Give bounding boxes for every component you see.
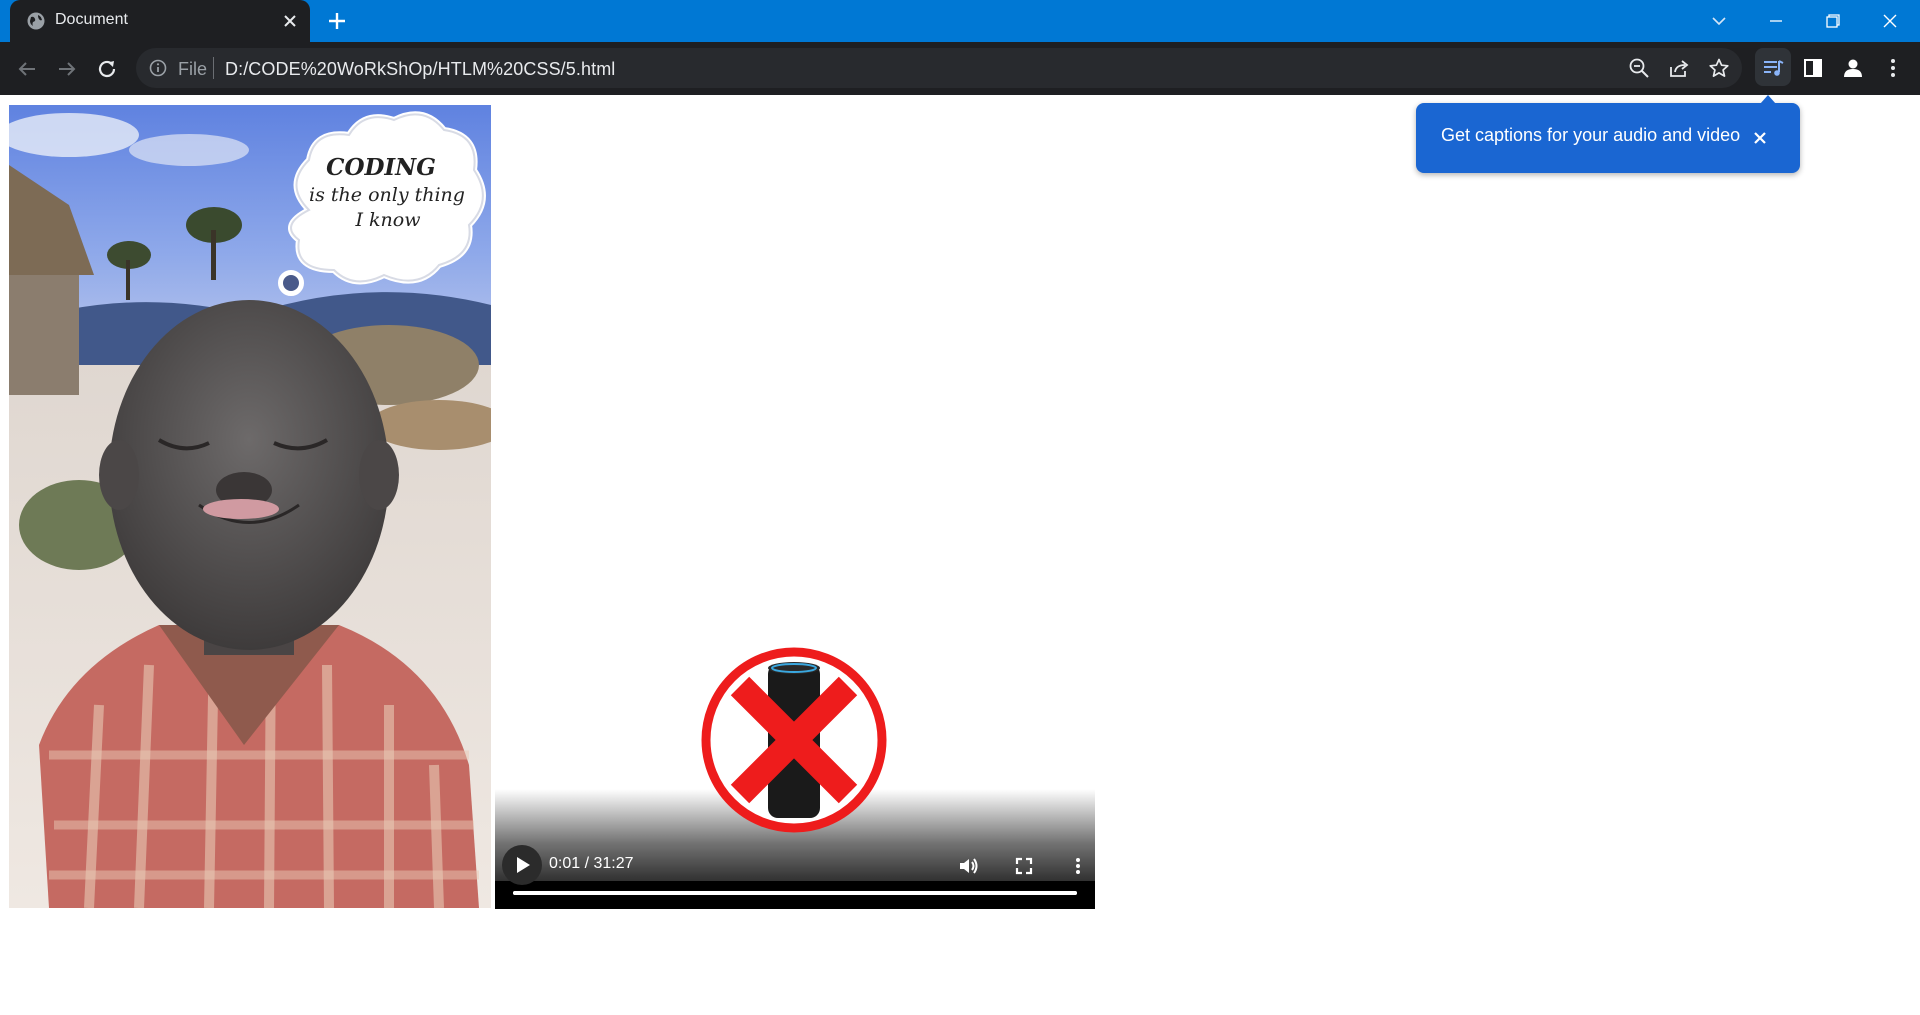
share-icon[interactable]	[1668, 57, 1690, 79]
tab-title: Document	[55, 11, 128, 28]
close-icon[interactable]	[280, 11, 300, 31]
play-icon	[517, 857, 530, 873]
side-panel-icon[interactable]	[1800, 55, 1826, 81]
video-bottom-bar	[495, 881, 1095, 909]
video-progress-bar[interactable]	[513, 891, 1077, 895]
profile-icon[interactable]	[1840, 55, 1866, 81]
video-progress-fill	[513, 891, 1077, 895]
volume-icon[interactable]	[957, 855, 979, 877]
globe-icon	[27, 12, 45, 30]
back-icon[interactable]	[13, 55, 41, 83]
meme-illustration: CODING is the only thing I know	[9, 105, 491, 908]
url-text[interactable]: D:/CODE%20WoRkShOp/HTLM%20CSS/5.html	[225, 59, 615, 80]
meme-line2: is the only thing	[309, 184, 465, 206]
close-icon[interactable]	[1750, 128, 1770, 148]
info-icon[interactable]	[149, 59, 167, 77]
address-bar[interactable]: File D:/CODE%20WoRkShOp/HTLM%20CSS/5.htm…	[136, 48, 1742, 88]
page-content: CODING is the only thing I know 0:01 / 3…	[0, 95, 1920, 1015]
chevron-down-icon[interactable]	[1706, 8, 1732, 34]
captions-popup-text: Get captions for your audio and video	[1441, 125, 1741, 145]
title-bar: Document	[0, 0, 1920, 42]
reload-icon[interactable]	[93, 55, 121, 83]
video-time: 0:01 / 31:27	[549, 855, 634, 872]
meme-line1: CODING	[326, 154, 436, 181]
restore-icon[interactable]	[1820, 8, 1846, 34]
zoom-out-icon[interactable]	[1628, 57, 1650, 79]
popup-arrow	[1760, 95, 1776, 104]
browser-tab[interactable]: Document	[10, 0, 310, 42]
toolbar: File D:/CODE%20WoRkShOp/HTLM%20CSS/5.htm…	[0, 42, 1920, 95]
forward-icon[interactable]	[53, 55, 81, 83]
meme-image: CODING is the only thing I know	[9, 105, 491, 908]
meme-line3: I know	[355, 209, 421, 231]
more-vert-icon[interactable]	[1067, 855, 1089, 877]
video-player[interactable]: 0:01 / 31:27	[495, 105, 1095, 909]
captions-popup: Get captions for your audio and video	[1416, 95, 1800, 173]
star-icon[interactable]	[1708, 57, 1730, 79]
close-window-icon[interactable]	[1877, 8, 1903, 34]
more-vert-icon[interactable]	[1880, 55, 1906, 81]
fullscreen-icon[interactable]	[1013, 855, 1035, 877]
speaker-crossed-out-icon	[701, 647, 887, 833]
plus-icon[interactable]	[326, 10, 348, 32]
divider	[213, 57, 214, 79]
minimize-icon[interactable]	[1763, 8, 1789, 34]
reading-list-icon[interactable]	[1760, 55, 1786, 81]
url-scheme: File	[178, 59, 208, 79]
play-button[interactable]	[502, 845, 542, 885]
